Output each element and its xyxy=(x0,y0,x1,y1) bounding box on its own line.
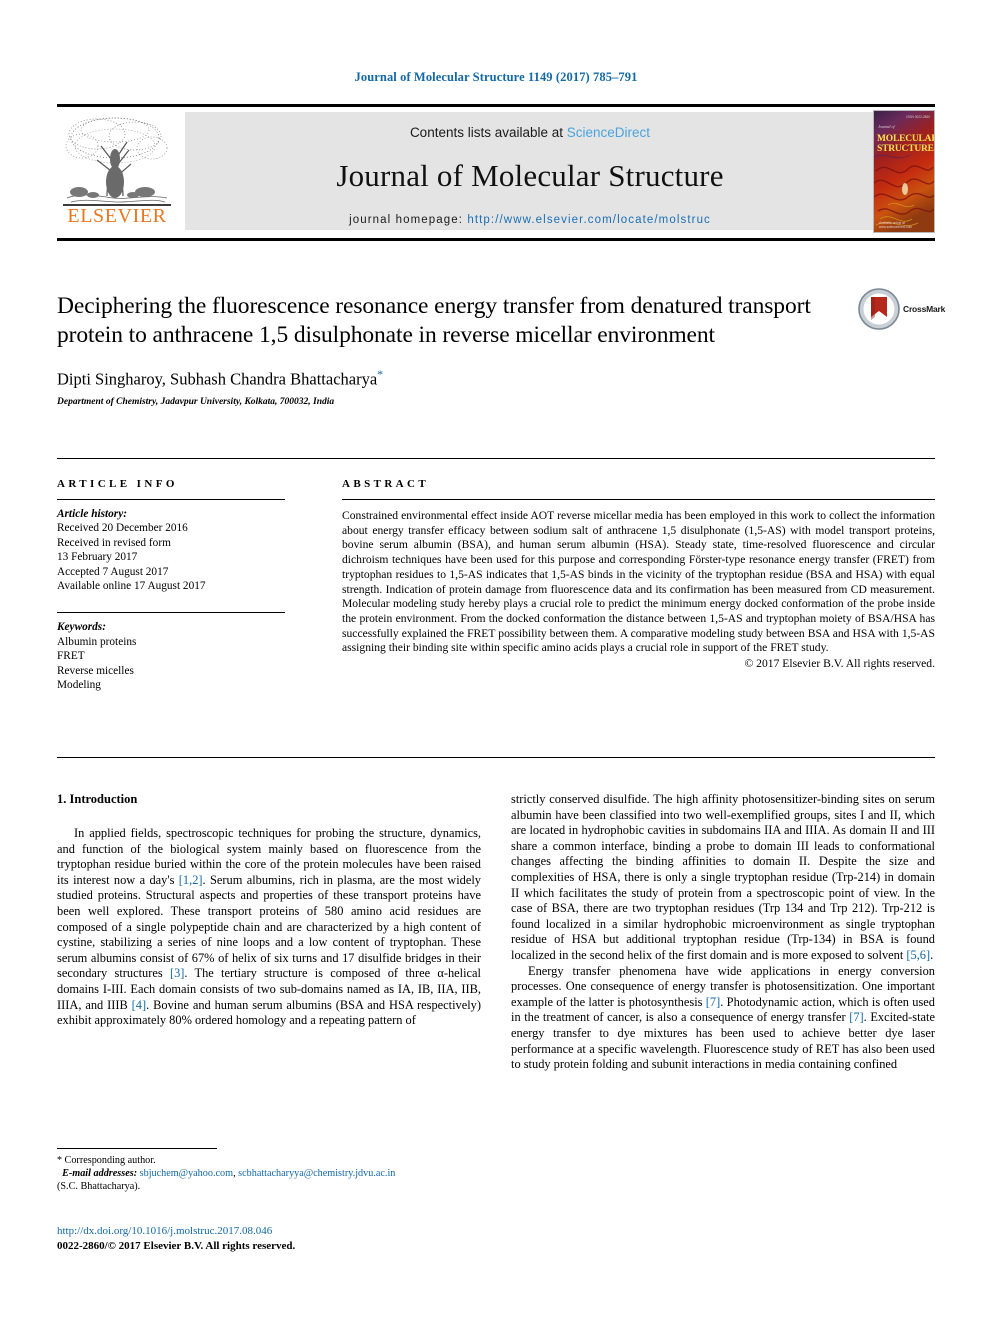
affiliation: Department of Chemistry, Jadavpur Univer… xyxy=(57,396,335,407)
citation-ref-7-second[interactable]: [7] xyxy=(849,1010,863,1024)
right-text-1b: . xyxy=(930,947,934,962)
history-item-2: 13 February 2017 xyxy=(57,551,138,564)
cover-title-line2: STRUCTURE xyxy=(877,144,934,154)
history-item-3: Accepted 7 August 2017 xyxy=(57,565,169,578)
email-attribution: (S.C. Bhattacharya). xyxy=(57,1181,141,1193)
journal-masthead: ELSEVIER Contents lists available at Sci… xyxy=(57,110,935,233)
elsevier-logo: ELSEVIER xyxy=(57,112,177,230)
history-item-4: Available online 17 August 2017 xyxy=(57,580,206,593)
journal-cover-thumbnail: ISSN 0022-2860 Journal of MOLECULAR STRU… xyxy=(873,110,935,233)
body-column-left: 1. Introduction In applied fields, spect… xyxy=(57,792,481,1029)
crossmark-label: CrossMark xyxy=(903,304,946,314)
citation-ref-5-6[interactable]: [5,6] xyxy=(906,948,930,962)
abstract-heading: ABSTRACT xyxy=(342,478,430,490)
keywords-group: Keywords: Albumin proteins FRET Reverse … xyxy=(57,620,301,692)
running-head: Journal of Molecular Structure 1149 (201… xyxy=(354,70,638,84)
body-column-right: strictly conserved disulfide. The high a… xyxy=(511,792,935,1073)
contents-prefix: Contents lists available at xyxy=(409,125,567,140)
article-history-label: Article history: xyxy=(57,508,127,520)
sciencedirect-link[interactable]: ScienceDirect xyxy=(567,125,650,140)
author-list: Dipti Singharoy, Subhash Chandra Bhattac… xyxy=(57,367,847,390)
keywords-divider xyxy=(57,612,285,614)
crossmark-icon[interactable] xyxy=(858,288,900,330)
keyword-1: FRET xyxy=(57,650,85,663)
email-link-2[interactable]: scbhattacharyya@chemistry.jdvu.ac.in xyxy=(238,1168,395,1179)
cover-journal-title: MOLECULAR STRUCTURE xyxy=(877,134,935,154)
journal-homepage-line: journal homepage: http://www.elsevier.co… xyxy=(185,214,875,226)
history-item-1: Received in revised form xyxy=(57,536,171,549)
doi-block: http://dx.doi.org/10.1016/j.molstruc.201… xyxy=(57,1224,487,1253)
keywords-label: Keywords: xyxy=(57,621,106,634)
section-heading-introduction: 1. Introduction xyxy=(57,792,138,806)
article-info-divider xyxy=(57,499,285,500)
info-section-bottom-rule xyxy=(57,757,935,758)
header-rule xyxy=(57,104,935,107)
elsevier-wordmark: ELSEVIER xyxy=(67,205,167,227)
footnote-marker: * xyxy=(57,1155,62,1166)
paper-page: Journal of Molecular Structure 1149 (201… xyxy=(0,0,992,1323)
citation-ref-3[interactable]: [3] xyxy=(170,966,184,980)
author-names: Dipti Singharoy, Subhash Chandra Bhattac… xyxy=(57,369,378,389)
citation-ref-1-2[interactable]: [1,2] xyxy=(179,873,203,887)
abstract-copyright: © 2017 Elsevier B.V. All rights reserved… xyxy=(744,657,935,671)
crossmark-badge-group[interactable]: CrossMark xyxy=(858,288,945,332)
email-addresses-label: E-mail addresses: xyxy=(62,1168,138,1180)
cover-footer-text: Available online at www.sciencedirect.co… xyxy=(879,221,913,229)
contents-available-line: Contents lists available at ScienceDirec… xyxy=(185,125,875,140)
corresponding-author-marker: * xyxy=(377,367,384,381)
citation-ref-7-first[interactable]: [7] xyxy=(706,995,720,1009)
corresponding-author-note: Corresponding author. xyxy=(64,1155,156,1166)
elsevier-tree-icon xyxy=(63,117,171,206)
cover-masthead-small: Journal of xyxy=(878,124,895,129)
masthead-bottom-rule xyxy=(57,238,935,241)
abstract-column: ABSTRACT Constrained environmental effec… xyxy=(342,478,935,670)
abstract-divider xyxy=(342,499,935,500)
homepage-prefix: journal homepage: xyxy=(349,214,468,226)
issn-copyright-line: 0022-2860/© 2017 Elsevier B.V. All right… xyxy=(57,1239,296,1252)
keyword-0: Albumin proteins xyxy=(57,635,137,648)
cover-title-line1: MOLECULAR xyxy=(877,134,935,144)
right-paragraph-2: Energy transfer phenomena have wide appl… xyxy=(511,964,935,1073)
cover-issn-text: ISSN 0022-2860 xyxy=(906,115,930,119)
article-history-group: Article history: Received 20 December 20… xyxy=(57,507,301,593)
doi-link[interactable]: http://dx.doi.org/10.1016/j.molstruc.201… xyxy=(57,1224,487,1239)
email-link-1[interactable]: sbjuchem@yahoo.com xyxy=(140,1168,233,1179)
info-section-top-rule xyxy=(57,458,935,459)
right-text-1a: strictly conserved disulfide. The high a… xyxy=(511,792,935,962)
page-title: Deciphering the fluorescence resonance e… xyxy=(57,293,811,348)
intro-text-b: . Serum albumins, rich in plasma, are th… xyxy=(57,872,481,981)
masthead-center-panel: Contents lists available at ScienceDirec… xyxy=(185,112,875,230)
keyword-2: Reverse micelles xyxy=(57,664,134,677)
history-item-0: Received 20 December 2016 xyxy=(57,522,188,535)
journal-title: Journal of Molecular Structure xyxy=(336,158,724,193)
right-paragraph-1: strictly conserved disulfide. The high a… xyxy=(511,792,935,964)
article-info-column: ARTICLE INFO Article history: Received 2… xyxy=(57,478,301,692)
abstract-text: Constrained environmental effect inside … xyxy=(342,509,935,655)
cover-artwork xyxy=(874,111,934,232)
intro-paragraph-left: In applied fields, spectroscopic techniq… xyxy=(57,826,481,1029)
homepage-url-link[interactable]: http://www.elsevier.com/locate/molstruc xyxy=(467,214,711,226)
article-info-heading: ARTICLE INFO xyxy=(57,478,178,490)
footnote-rule xyxy=(57,1148,217,1149)
citation-ref-4[interactable]: [4] xyxy=(132,998,146,1012)
title-block: Deciphering the fluorescence resonance e… xyxy=(57,292,847,407)
footnote-block: * Corresponding author. E-mail addresses… xyxy=(57,1154,487,1194)
keyword-3: Modeling xyxy=(57,679,101,692)
